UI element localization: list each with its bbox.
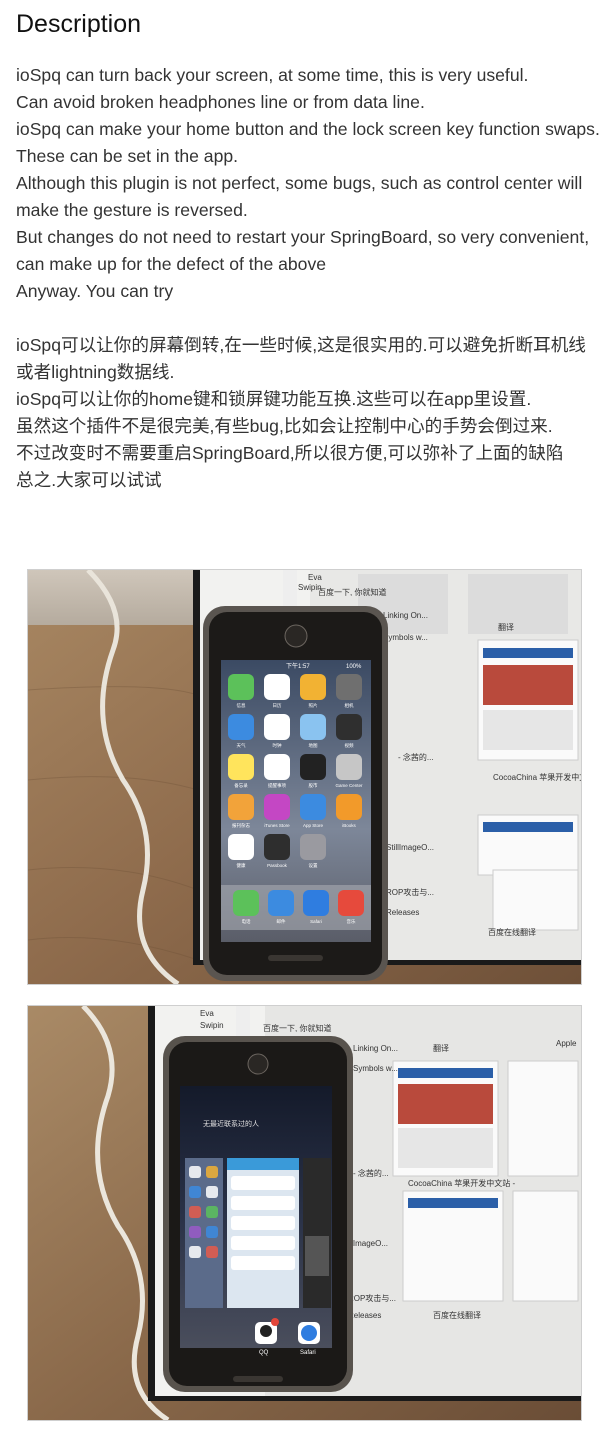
app-icon[interactable]: Passbook	[264, 834, 290, 868]
bg-text-symbols: Symbols w...	[383, 633, 428, 642]
app-icon-tile	[228, 674, 254, 700]
screenshot-home-screen[interactable]: Eva Swipin 翻译 百度一下, 你就知道 Linking On... S…	[27, 569, 582, 985]
desc-en-1: ioSpq can turn back your screen, at some…	[16, 65, 529, 85]
bg-text-translate: 翻译	[433, 1044, 449, 1053]
bg-text-cocoachina: CocoaChina 苹果开发中文站 -	[493, 772, 581, 782]
app-icon-tile	[228, 754, 254, 780]
desc-zh-5: 总之.大家可以试试	[16, 470, 162, 490]
desc-en-5: But changes do not need to restart your …	[16, 227, 590, 274]
bg-text-cocoachina: CocoaChina 苹果开发中文站 -	[408, 1178, 515, 1188]
bg-text-linking: Linking On...	[353, 1044, 398, 1053]
dock-icon-tile	[303, 890, 329, 916]
app-label: 健康	[237, 862, 246, 869]
app-label: 地图	[309, 742, 318, 749]
screenshot-app-switcher[interactable]: Eva Swipin 翻译 百度一下, 你就知道 Linking On... S…	[27, 1005, 582, 1421]
app-icon[interactable]: Game Center	[335, 754, 363, 788]
dock-icon-tile	[338, 890, 364, 916]
desc-zh-4: 不过改变时不需要重启SpringBoard,所以很方便,可以弥补了上面的缺陷	[16, 443, 564, 463]
bg-text-symbols: Symbols w...	[353, 1064, 398, 1073]
desc-zh-3: 虽然这个插件不是很完美,有些bug,比如会让控制中心的手势会倒过来.	[16, 416, 553, 436]
bg-text-nianqian: - 念茜的...	[353, 1168, 389, 1178]
bg-text-stillimage: StillImageO...	[386, 843, 434, 852]
app-label: 天气	[237, 742, 246, 749]
app-icon-tile	[228, 714, 254, 740]
desc-en-3: ioSpq can make your home button and the …	[16, 119, 600, 166]
desc-en-2: Can avoid broken headphones line or from…	[16, 92, 425, 112]
app-icon-tile	[336, 714, 362, 740]
bg-text-releases: Releases	[386, 908, 419, 917]
bg-text-baidu-translate: 百度在线翻译	[433, 1310, 481, 1320]
app-label: Passbook	[267, 863, 288, 868]
app-label: 信息	[237, 702, 246, 709]
bg-text-swipe: Swipin	[200, 1021, 224, 1030]
status-time: 下午1:57	[286, 662, 310, 670]
dock-icon-tile	[268, 890, 294, 916]
app-label: 股市	[309, 782, 318, 789]
page-title: Description	[16, 10, 142, 38]
switcher-title: 无最近联系过的人	[203, 1119, 259, 1128]
app-label: App Store	[303, 823, 324, 828]
bg-text-baidu: 百度一下, 你就知道	[318, 587, 386, 597]
description-body: ioSpq can turn back your screen, at some…	[16, 62, 601, 494]
bg-text-tab: Eva	[200, 1009, 214, 1018]
app-label: 备忘录	[234, 782, 248, 789]
bg-text-nianqian: - 念茜的...	[398, 752, 434, 762]
app-label: 相机	[345, 702, 354, 709]
dock-label: 音乐	[347, 918, 356, 925]
app-icon-tile	[300, 714, 326, 740]
app-icon-tile	[300, 834, 326, 860]
dock-label: Safari	[310, 919, 322, 924]
app-icon-tile	[228, 834, 254, 860]
page: Description ioSpq can turn back your scr…	[0, 0, 606, 1448]
app-icon-tile	[336, 794, 362, 820]
desc-en-4: Although this plugin is not perfect, som…	[16, 173, 583, 220]
app-icon-tile	[264, 674, 290, 700]
bg-text-baidu-translate: 百度在线翻译	[488, 927, 536, 937]
app-label: 照片	[309, 702, 318, 709]
bg-text-rop: ROP攻击与...	[386, 887, 434, 897]
app-label: iBooks	[342, 823, 356, 828]
app-label: iTunes Store	[264, 823, 290, 828]
app-label: 报刊杂志	[232, 822, 250, 829]
bg-text-releases: Releases	[348, 1311, 381, 1320]
bg-text-rop: ROP攻击与...	[348, 1293, 396, 1303]
app-label: 视频	[345, 742, 354, 749]
dock-label: 电话	[242, 918, 251, 925]
app-label: 时钟	[273, 742, 282, 749]
app-icon-tile	[300, 754, 326, 780]
app-icon-tile	[336, 754, 362, 780]
app-icon-tile	[300, 674, 326, 700]
app-icon-tile	[336, 674, 362, 700]
app-icon-tile	[264, 794, 290, 820]
app-icon[interactable]: iTunes Store	[264, 794, 290, 828]
status-battery: 100%	[346, 664, 362, 670]
card-label-safari: Safari	[300, 1350, 316, 1356]
app-label: 提醒事项	[268, 782, 286, 789]
app-icon[interactable]: App Store	[300, 794, 326, 828]
dock-icon-tile	[233, 890, 259, 916]
app-icon-tile	[264, 754, 290, 780]
desc-en-6: Anyway. You can try	[16, 281, 174, 301]
bg-text-apple: Apple	[556, 1039, 577, 1048]
desc-zh-1: ioSpq可以让你的屏幕倒转,在一些时候,这是很实用的.可以避免折断耳机线或者l…	[16, 335, 586, 382]
app-icon-tile	[264, 714, 290, 740]
app-icon-tile	[228, 794, 254, 820]
card-label-qq: QQ	[259, 1350, 269, 1356]
app-label: Game Center	[335, 783, 363, 788]
dock-label: 邮件	[277, 918, 286, 925]
bg-text-translate: 翻译	[498, 623, 514, 632]
bg-text-baidu: 百度一下, 你就知道	[263, 1023, 331, 1033]
app-icon-tile	[264, 834, 290, 860]
app-label: 设置	[309, 862, 318, 869]
app-icon-tile	[300, 794, 326, 820]
desc-zh-2: ioSpq可以让你的home键和锁屏键功能互换.这些可以在app里设置.	[16, 389, 532, 409]
bg-text-tab: Eva	[308, 573, 322, 582]
bg-text-linking: Linking On...	[383, 611, 428, 620]
